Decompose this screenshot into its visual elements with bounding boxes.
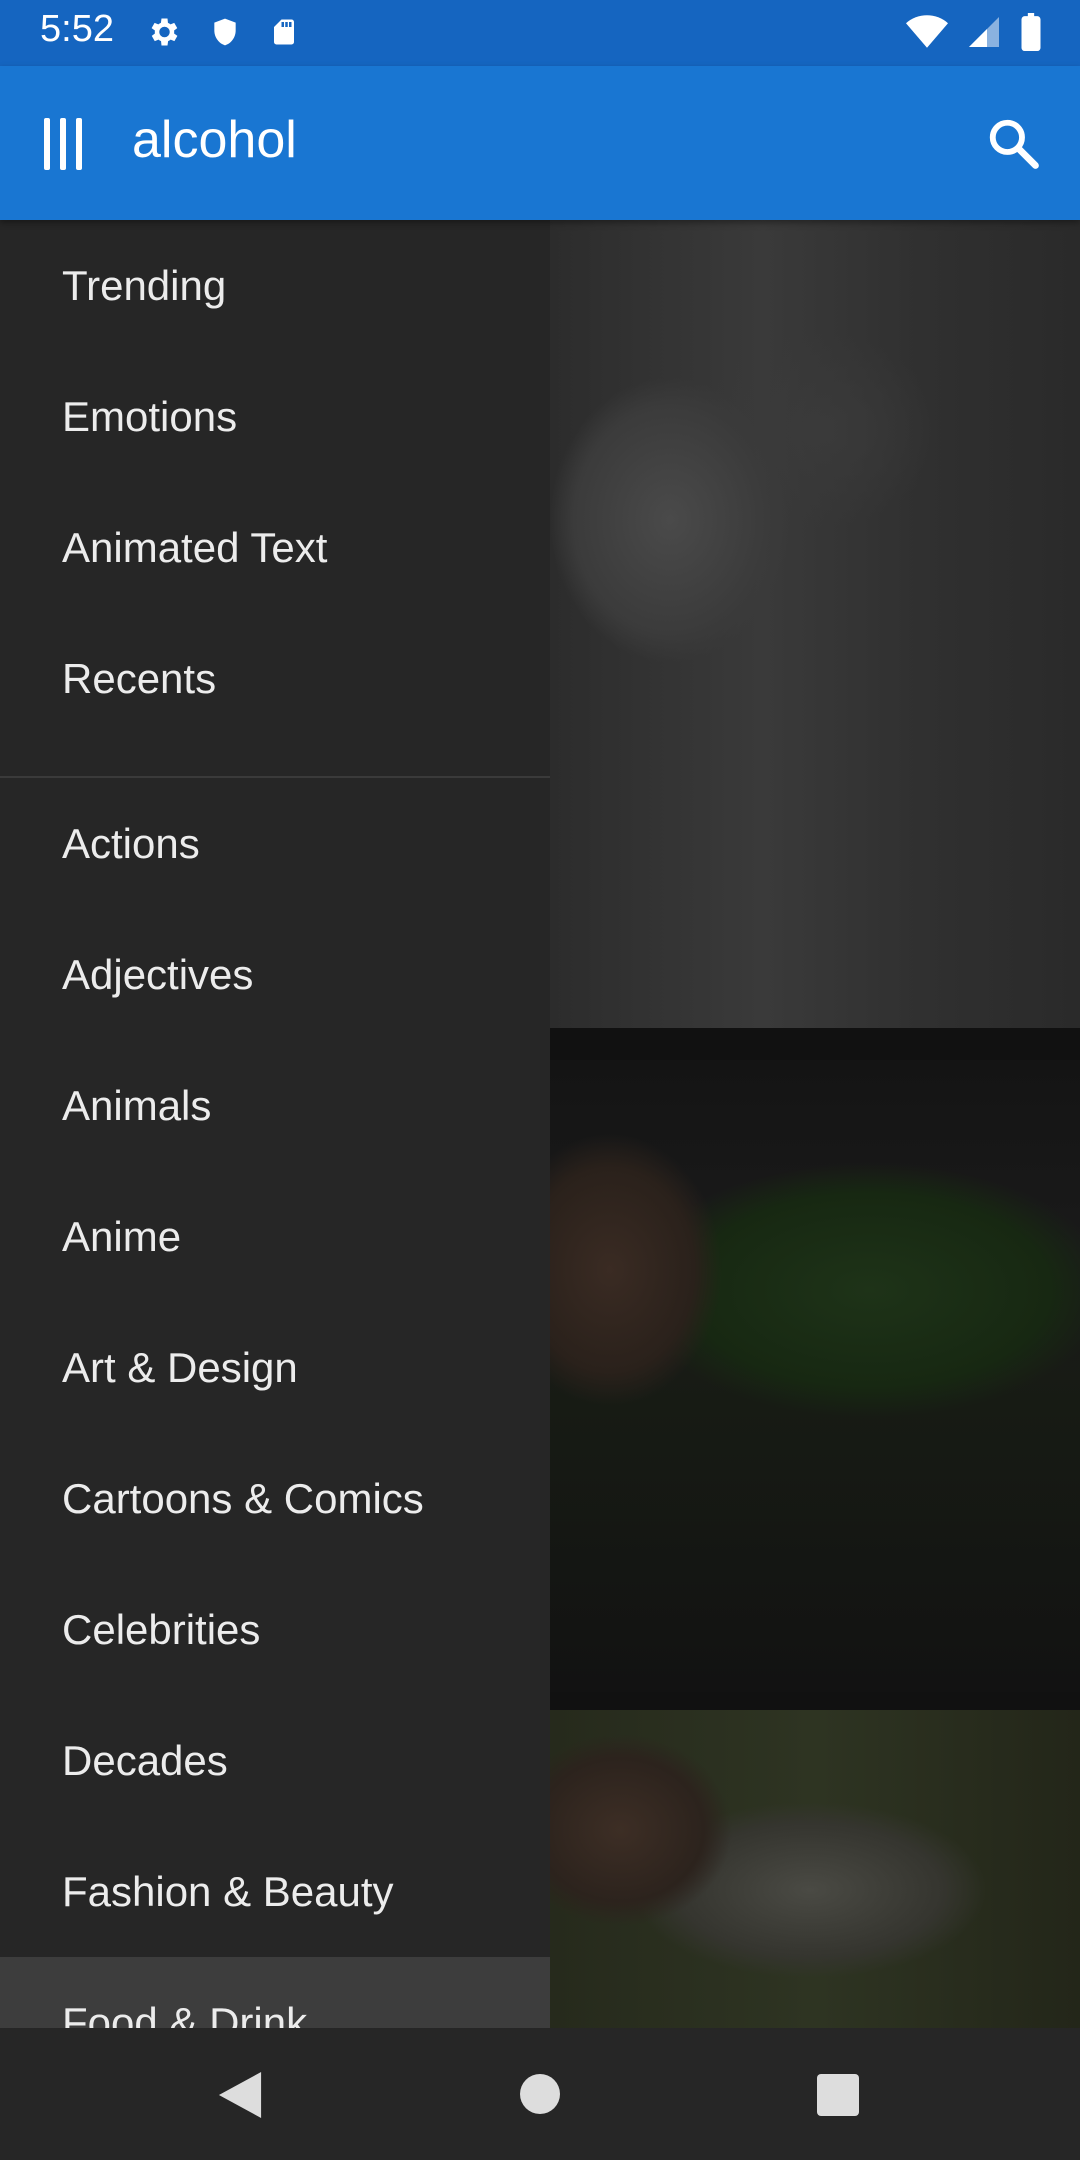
drawer-item-label: Emotions <box>62 392 238 440</box>
drawer-item-label: Anime <box>62 1212 182 1260</box>
drawer-item-anime[interactable]: Anime <box>0 1171 550 1302</box>
drawer-item-label: Cartoons & Comics <box>62 1474 424 1522</box>
drawer-item-fashion-beauty[interactable]: Fashion & Beauty <box>0 1826 550 1957</box>
drawer-item-label: Recents <box>62 654 217 702</box>
navigation-drawer: Trending Emotions Animated Text Recents … <box>0 220 550 2028</box>
battery-icon <box>1021 13 1041 51</box>
drawer-item-label: Art & Design <box>62 1343 298 1391</box>
drawer-item-animated-text[interactable]: Animated Text <box>0 482 550 613</box>
status-bar: 5:52 <box>0 0 1080 66</box>
gear-icon <box>151 18 178 46</box>
back-icon[interactable] <box>218 2072 262 2118</box>
drawer-item-label: Fashion & Beauty <box>62 1867 394 1915</box>
drawer-item-label: Trending <box>62 261 227 309</box>
sd-card-icon <box>274 19 294 45</box>
gif-thumbnail[interactable] <box>550 1060 1080 1692</box>
drawer-item-cartoons-comics[interactable]: Cartoons & Comics <box>0 1433 550 1564</box>
menu-icon[interactable] <box>44 118 84 170</box>
status-time: 5:52 <box>40 8 114 50</box>
drawer-item-label: Adjectives <box>62 950 254 998</box>
drawer-item-animals[interactable]: Animals <box>0 1040 550 1171</box>
home-icon[interactable] <box>520 2074 560 2114</box>
drawer-item-label: Celebrities <box>62 1605 261 1653</box>
drawer-item-label: Food & Drink <box>62 1998 308 2029</box>
gif-thumbnail[interactable] <box>550 220 1080 1028</box>
drawer-item-food-drink[interactable]: Food & Drink <box>0 1957 550 2028</box>
gif-thumbnail[interactable] <box>550 1710 1080 2028</box>
system-nav-bar <box>0 2028 1080 2160</box>
drawer-item-emotions[interactable]: Emotions <box>0 351 550 482</box>
app-bar: alcohol <box>0 66 1080 220</box>
search-query[interactable]: alcohol <box>132 110 297 170</box>
drawer-item-trending[interactable]: Trending <box>0 220 550 351</box>
drawer-item-art-design[interactable]: Art & Design <box>0 1302 550 1433</box>
drawer-item-label: Animated Text <box>62 523 328 571</box>
cell-signal-icon <box>969 17 999 47</box>
drawer-item-label: Decades <box>62 1736 228 1784</box>
search-icon[interactable] <box>986 116 1040 170</box>
drawer-item-celebrities[interactable]: Celebrities <box>0 1564 550 1695</box>
shield-icon <box>214 18 236 46</box>
drawer-item-decades[interactable]: Decades <box>0 1695 550 1826</box>
drawer-item-adjectives[interactable]: Adjectives <box>0 909 550 1040</box>
drawer-item-label: Actions <box>62 819 200 867</box>
drawer-item-label: Animals <box>62 1081 212 1129</box>
recents-icon[interactable] <box>817 2074 859 2116</box>
drawer-item-actions[interactable]: Actions <box>0 778 550 909</box>
wifi-icon <box>906 15 948 48</box>
drawer-item-recents[interactable]: Recents <box>0 613 550 744</box>
